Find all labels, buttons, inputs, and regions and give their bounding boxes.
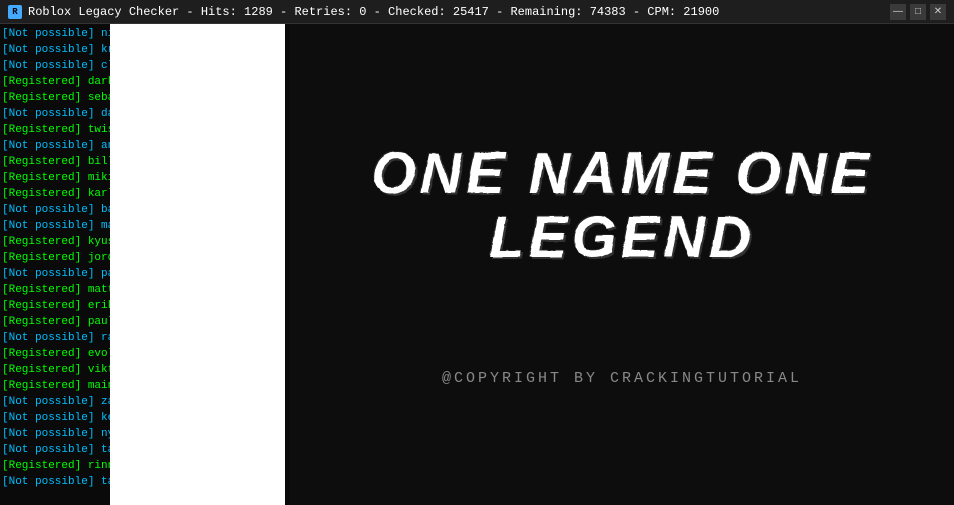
titlebar-controls[interactable]: — □ ✕ — [890, 4, 946, 20]
titlebar: R Roblox Legacy Checker - Hits: 1289 - R… — [0, 0, 954, 24]
app-icon: R — [8, 5, 22, 19]
close-button[interactable]: ✕ — [930, 4, 946, 20]
white-overlay — [110, 24, 285, 505]
legend-title: ONE NAME ONE LEGEND — [310, 142, 934, 270]
log-panel: [Not possible] niklas.wagner22:Nikita12[… — [0, 24, 290, 505]
copyright-text: @COPYRIGHT BY CRACKINGTUTORIAL — [442, 370, 802, 387]
minimize-button[interactable]: — — [890, 4, 906, 20]
maximize-button[interactable]: □ — [910, 4, 926, 20]
main-content: [Not possible] niklas.wagner22:Nikita12[… — [0, 24, 954, 505]
titlebar-title: Roblox Legacy Checker - Hits: 1289 - Ret… — [28, 5, 719, 19]
right-panel: ONE NAME ONE LEGEND @COPYRIGHT BY CRACKI… — [290, 24, 954, 505]
titlebar-left: R Roblox Legacy Checker - Hits: 1289 - R… — [8, 5, 719, 19]
